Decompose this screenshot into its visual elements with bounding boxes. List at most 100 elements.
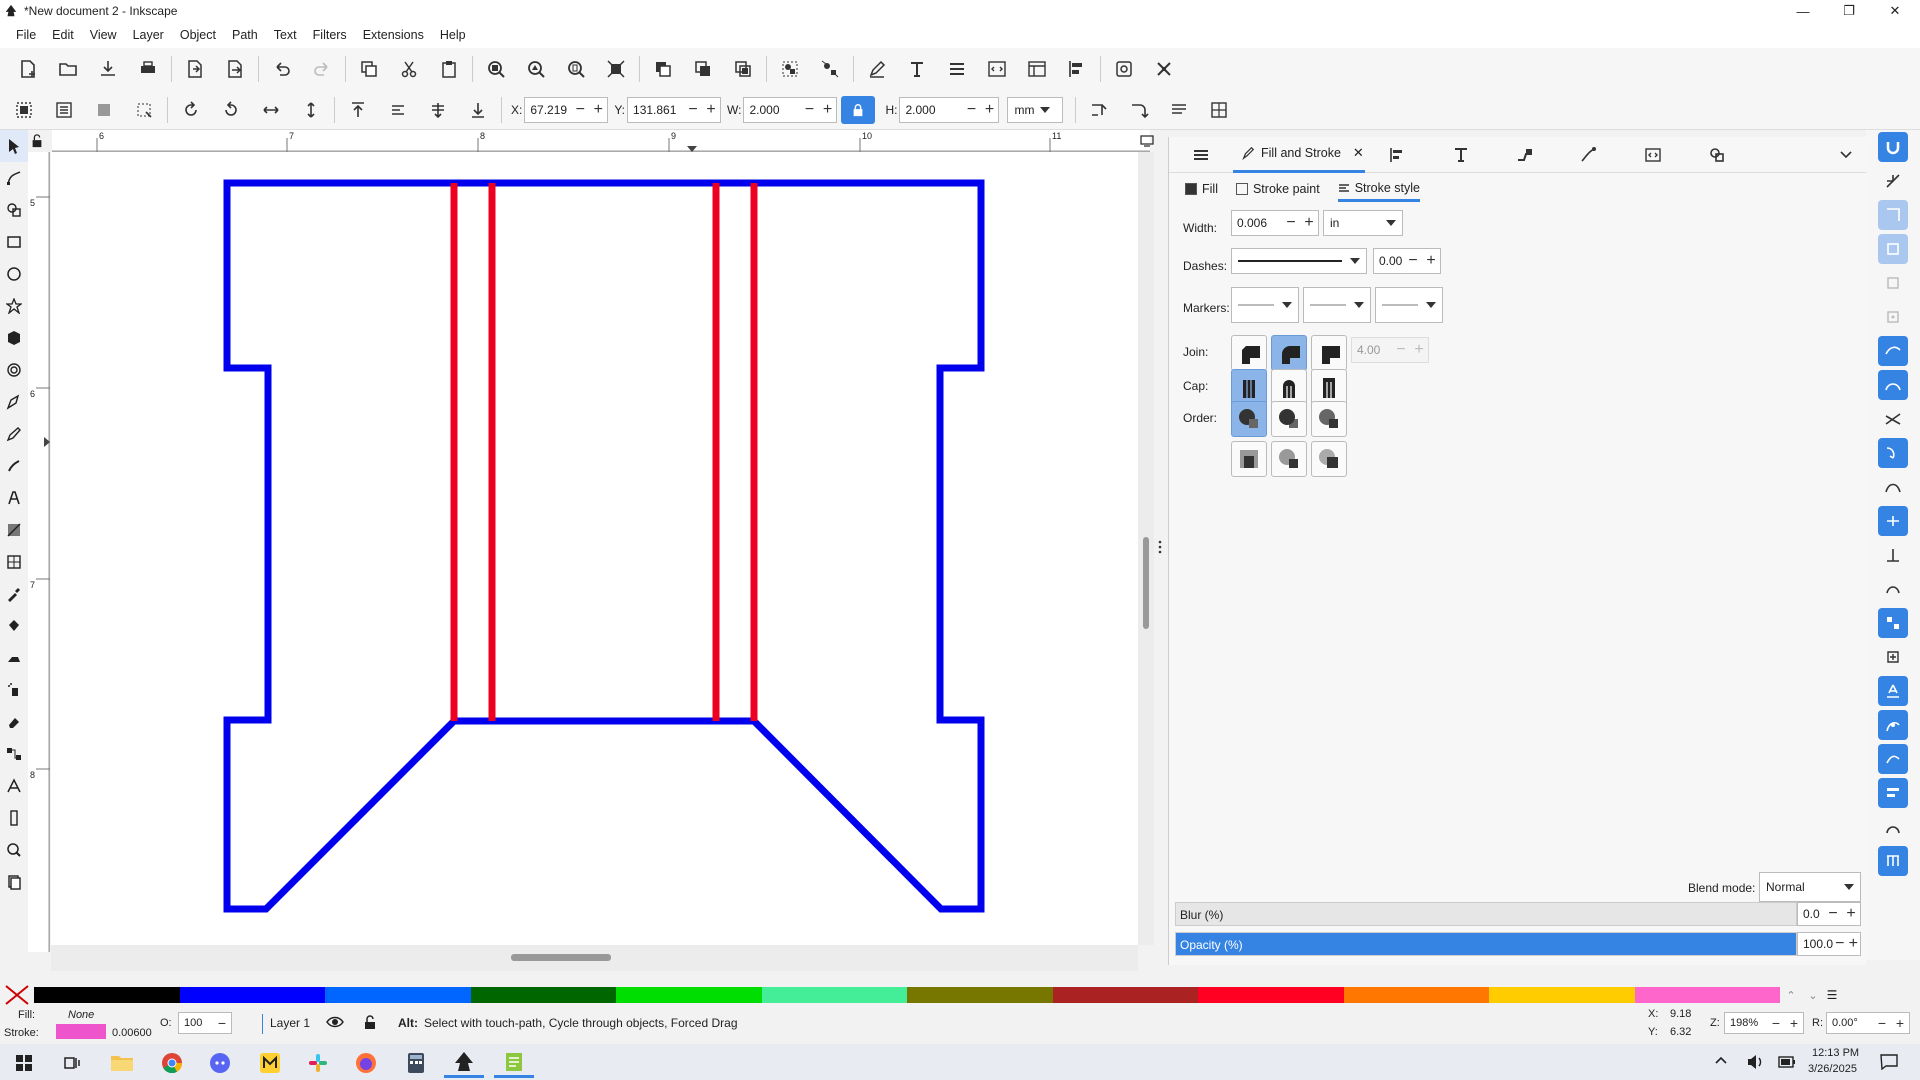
color-swatch[interactable]	[179, 987, 325, 1003]
subtab-stroke-paint[interactable]: Stroke paint	[1235, 176, 1320, 202]
color-swatch[interactable]	[616, 987, 762, 1003]
volume-icon[interactable]	[1746, 1054, 1764, 1073]
lock-guides-icon[interactable]	[30, 134, 46, 150]
rotate-ccw-icon[interactable]	[171, 94, 211, 126]
color-swatch[interactable]	[1343, 987, 1489, 1003]
menu-view[interactable]: View	[82, 28, 125, 42]
layers-icon[interactable]	[937, 53, 977, 85]
palette-scroll-down-icon[interactable]: ⌄	[1802, 989, 1824, 1002]
snap-bbox-centers[interactable]	[1866, 300, 1920, 334]
join-round-button[interactable]	[1271, 335, 1307, 371]
join-miter-button[interactable]	[1311, 335, 1347, 371]
eraser-tool[interactable]	[0, 706, 28, 738]
color-swatch[interactable]	[1052, 987, 1198, 1003]
y-increment[interactable]: +	[702, 101, 720, 119]
flip-horizontal-icon[interactable]	[251, 94, 291, 126]
zoom-drawing-icon[interactable]	[516, 53, 556, 85]
start-marker-select[interactable]	[1231, 287, 1299, 323]
start-button[interactable]	[4, 1048, 44, 1078]
cut-icon[interactable]	[389, 53, 429, 85]
h-field[interactable]: 2.000 − +	[899, 96, 1000, 123]
lower-icon[interactable]	[418, 94, 458, 126]
calculator-taskbar[interactable]	[396, 1048, 436, 1078]
new-document-icon[interactable]	[8, 53, 48, 85]
x-decrement[interactable]: −	[571, 101, 589, 119]
rotation-field[interactable]: 0.00° − +	[1826, 1012, 1910, 1034]
y-decrement[interactable]: −	[684, 101, 702, 119]
copy-icon[interactable]	[349, 53, 389, 85]
star-tool[interactable]	[0, 290, 28, 322]
spray-tool[interactable]	[0, 674, 28, 706]
panel-resize-handle[interactable]	[1158, 540, 1162, 554]
w-field[interactable]: 2.000 − +	[743, 96, 838, 123]
clone-icon[interactable]	[683, 53, 723, 85]
print-icon[interactable]	[128, 53, 168, 85]
node-tool[interactable]	[0, 162, 28, 194]
y-field[interactable]: 131.861− +	[627, 96, 722, 123]
subtab-fill[interactable]: Fill	[1185, 176, 1218, 202]
rotation-decrement[interactable]: −	[1873, 1015, 1891, 1031]
blue-outline-shape[interactable]	[223, 179, 985, 913]
pencil-tool[interactable]	[0, 418, 28, 450]
text-font-icon[interactable]	[897, 53, 937, 85]
snap-alignment[interactable]	[1866, 810, 1920, 844]
order-markers-stroke-fill-button[interactable]	[1311, 441, 1347, 477]
tab-text-font[interactable]	[1429, 137, 1493, 173]
align-distribute-icon[interactable]	[1057, 53, 1097, 85]
stroke-color-swatch[interactable]	[56, 1024, 106, 1039]
scale-corners-icon[interactable]	[1119, 94, 1159, 126]
spiral-tool[interactable]	[0, 354, 28, 386]
xml-editor-icon[interactable]	[977, 53, 1017, 85]
undo-icon[interactable]	[262, 53, 302, 85]
end-marker-select[interactable]	[1375, 287, 1443, 323]
save-icon[interactable]	[88, 53, 128, 85]
menu-edit[interactable]: Edit	[44, 28, 82, 42]
snap-cusp-nodes[interactable]	[1866, 436, 1920, 470]
document-properties-icon[interactable]	[1017, 53, 1057, 85]
paint-bucket-tool[interactable]	[0, 610, 28, 642]
snap-grid[interactable]	[1866, 742, 1920, 776]
layer-visibility-icon[interactable]	[326, 1014, 344, 1033]
miro-taskbar[interactable]	[250, 1048, 290, 1078]
touch-select-icon[interactable]	[124, 94, 164, 126]
fill-stroke-icon[interactable]	[857, 53, 897, 85]
order-markers-fill-stroke-button[interactable]	[1231, 441, 1267, 477]
layer-lock-icon[interactable]	[362, 1014, 378, 1033]
select-all-layers-icon[interactable]	[44, 94, 84, 126]
opacity-slider[interactable]: Opacity (%)	[1175, 932, 1797, 956]
shape-builder-tool[interactable]	[0, 194, 28, 226]
calligraphy-tool[interactable]	[0, 450, 28, 482]
no-paint-swatch[interactable]	[0, 984, 34, 1006]
color-swatch[interactable]	[1198, 987, 1344, 1003]
drawing-canvas[interactable]	[51, 152, 1138, 945]
measure-tool[interactable]	[0, 802, 28, 834]
stroke-width-status[interactable]: 0.00600	[112, 1027, 152, 1039]
snap-nodes[interactable]	[1866, 334, 1920, 368]
w-decrement[interactable]: −	[800, 101, 818, 119]
w-increment[interactable]: +	[818, 101, 836, 119]
color-swatch[interactable]	[34, 987, 180, 1003]
import-icon[interactable]	[175, 53, 215, 85]
order-stroke-markers-fill-button[interactable]	[1271, 441, 1307, 477]
blur-decrement[interactable]: −	[1824, 905, 1842, 923]
vertical-ruler[interactable]: 5 6 7 8	[28, 152, 50, 952]
blur-slider[interactable]: Blur (%)	[1175, 902, 1797, 926]
tray-chevron-up-icon[interactable]	[1714, 1054, 1728, 1071]
mesh-tool[interactable]	[0, 546, 28, 578]
stroke-width-decrement[interactable]: −	[1282, 214, 1300, 232]
taskbar-date[interactable]: 3/26/2025	[1808, 1063, 1857, 1075]
pages-tool[interactable]	[0, 866, 28, 898]
menu-extensions[interactable]: Extensions	[355, 28, 432, 42]
menu-text[interactable]: Text	[266, 28, 305, 42]
horizontal-scrollbar[interactable]	[51, 945, 1138, 971]
snap-bbox-edges[interactable]	[1866, 198, 1920, 232]
menu-help[interactable]: Help	[432, 28, 474, 42]
opacity-field[interactable]: 100.0− +	[1797, 932, 1861, 956]
restore-button[interactable]: ❐	[1826, 0, 1872, 22]
scroll-thumb[interactable]	[511, 954, 611, 961]
preferences-icon[interactable]	[1144, 53, 1184, 85]
snap-object-midpoints[interactable]	[1866, 606, 1920, 640]
snap-page-border[interactable]	[1866, 708, 1920, 742]
h-decrement[interactable]: −	[962, 101, 980, 119]
zoom-increment[interactable]: +	[1785, 1015, 1803, 1031]
